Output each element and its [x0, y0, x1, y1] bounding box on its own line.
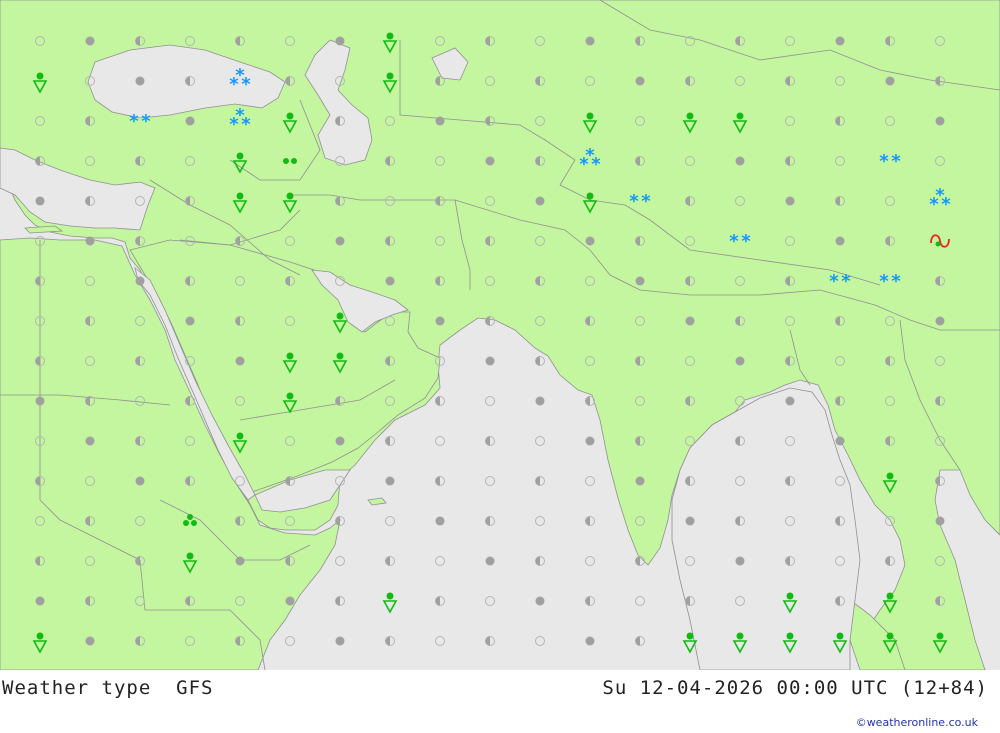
grid-dot — [285, 596, 295, 606]
grid-dot — [785, 396, 795, 406]
grid-dot — [785, 196, 795, 206]
grid-dot — [735, 556, 745, 566]
svg-text:*: * — [879, 271, 889, 292]
grid-dot — [335, 436, 345, 446]
grid-dot — [635, 76, 645, 86]
svg-text:*: * — [229, 114, 239, 135]
svg-text:*: * — [941, 194, 951, 215]
svg-text:*: * — [879, 151, 889, 172]
grid-dot — [585, 436, 595, 446]
svg-text:*: * — [241, 114, 251, 135]
grid-dot — [685, 516, 695, 526]
grid-dot — [585, 636, 595, 646]
grid-dot — [85, 36, 95, 46]
grid-dot — [235, 356, 245, 366]
weather-map: ** ** * ** *** * * ** * ** ** ** * * * — [0, 0, 1000, 670]
grid-dot — [185, 116, 195, 126]
grid-dot — [735, 156, 745, 166]
grid-dot — [485, 356, 495, 366]
grid-dot — [535, 596, 545, 606]
grid-dot — [335, 636, 345, 646]
svg-text:*: * — [129, 111, 139, 132]
grid-dot — [935, 316, 945, 326]
grid-dot — [335, 236, 345, 246]
svg-text:*: * — [229, 74, 239, 95]
svg-text:*: * — [741, 231, 751, 252]
svg-text:*: * — [841, 271, 851, 292]
grid-dot — [435, 316, 445, 326]
svg-text:*: * — [729, 231, 739, 252]
svg-text:*: * — [241, 74, 251, 95]
svg-text:*: * — [629, 191, 639, 212]
grid-dot — [935, 516, 945, 526]
svg-text:*: * — [641, 191, 651, 212]
forecast-time: Su 12-04-2026 00:00 UTC (12+84) — [602, 677, 988, 699]
svg-text:*: * — [591, 154, 601, 175]
svg-text:*: * — [891, 151, 901, 172]
grid-dot — [735, 356, 745, 366]
grid-dot — [585, 36, 595, 46]
grid-dot — [535, 196, 545, 206]
grid-dot — [835, 36, 845, 46]
map-title: Weather type GFS — [2, 677, 214, 699]
grid-dot — [185, 316, 195, 326]
grid-dot — [335, 36, 345, 46]
svg-text:*: * — [829, 271, 839, 292]
svg-text:*: * — [141, 111, 151, 132]
grid-dot — [85, 636, 95, 646]
grid-dot — [135, 76, 145, 86]
grid-dot — [435, 116, 445, 126]
grid-dot — [35, 196, 45, 206]
grid-dot — [135, 476, 145, 486]
grid-dot — [485, 556, 495, 566]
grid-dot — [85, 436, 95, 446]
grid-dot — [485, 156, 495, 166]
grid-dot — [385, 476, 395, 486]
grid-dot — [835, 236, 845, 246]
grid-dot — [85, 236, 95, 246]
grid-dot — [835, 436, 845, 446]
grid-dot — [635, 276, 645, 286]
grid-dot — [685, 316, 695, 326]
grid-dot — [535, 396, 545, 406]
grid-dot — [235, 556, 245, 566]
grid-dot — [635, 476, 645, 486]
svg-text:*: * — [579, 154, 589, 175]
grid-dot — [35, 396, 45, 406]
grid-dot — [385, 276, 395, 286]
grid-dot — [35, 596, 45, 606]
grid-dot — [435, 516, 445, 526]
grid-dot — [585, 236, 595, 246]
svg-text:*: * — [929, 194, 939, 215]
svg-text:*: * — [891, 271, 901, 292]
grid-dot — [135, 276, 145, 286]
credit-link[interactable]: ©weatheronline.co.uk — [856, 716, 978, 729]
grid-dot — [885, 76, 895, 86]
grid-dot — [935, 116, 945, 126]
